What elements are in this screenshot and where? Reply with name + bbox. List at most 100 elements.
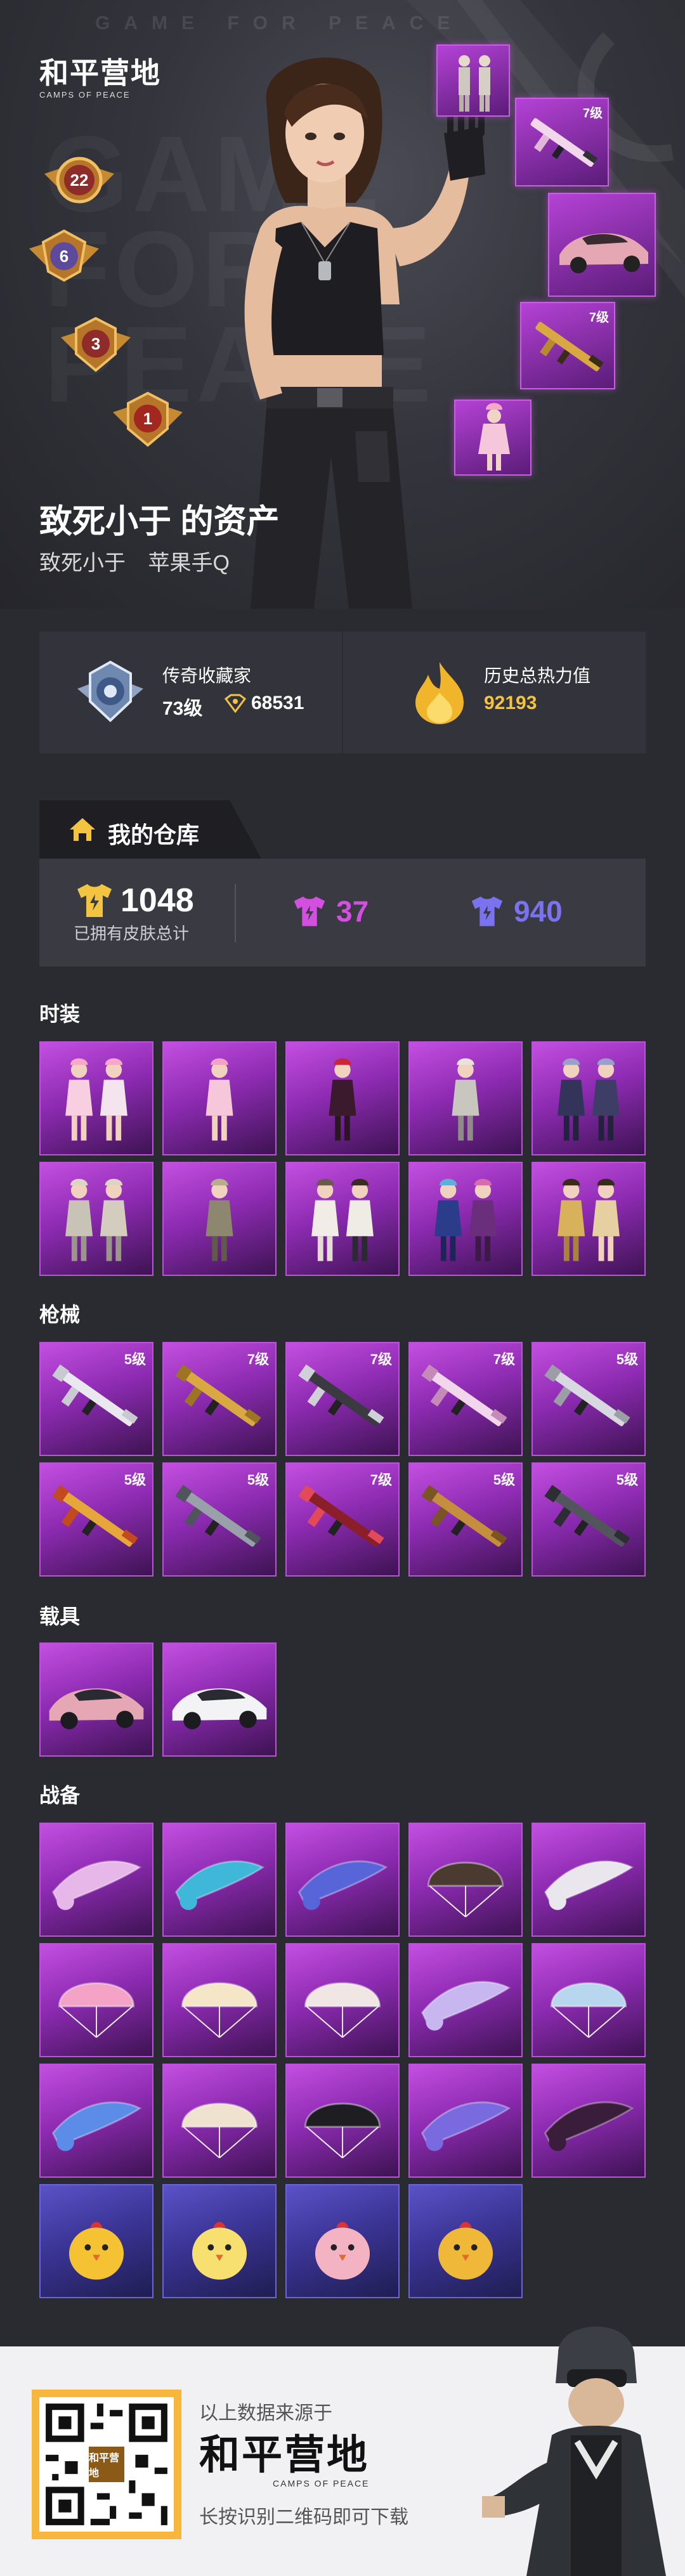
collector-badge-icon — [77, 660, 143, 722]
preview-weapon-tile[interactable]: 7级 — [515, 98, 609, 186]
item-tile[interactable] — [39, 1643, 153, 1757]
glider-blue-icon — [51, 2101, 142, 2151]
item-level-badge: 5级 — [616, 1472, 638, 1488]
item-tile[interactable] — [162, 1643, 277, 1757]
item-tile[interactable] — [162, 1943, 277, 2057]
section-title-gear: 战备 — [39, 1784, 81, 1807]
item-tile[interactable] — [285, 2064, 400, 2178]
logo-sub-text: CAMPS OF PEACE — [39, 90, 131, 100]
section-title-fashion: 时装 — [39, 1003, 81, 1025]
item-tile[interactable] — [285, 2184, 400, 2298]
item-tile[interactable] — [532, 1943, 646, 2057]
chick-pink-icon — [315, 2221, 370, 2280]
car-white-icon — [172, 1688, 267, 1729]
outfit-silver-pair-icon — [65, 1178, 127, 1261]
warehouse-tab-label: 我的仓库 — [108, 822, 200, 848]
item-tile[interactable] — [39, 1041, 153, 1155]
item-tile[interactable] — [408, 1823, 523, 1937]
hero-banner: GAME FOR PEACE GAMEFORPEACE 和平营地 CAMPS O… — [0, 0, 685, 609]
item-tile[interactable] — [532, 1162, 646, 1276]
qr-logo: 和平营地 — [86, 2444, 127, 2485]
skin-summary: 1048 已拥有皮肤总计 37 940 — [39, 859, 646, 966]
soldier-illustration — [482, 2326, 666, 2576]
tshirt-blue-icon — [471, 896, 503, 927]
weapon-level-badge: 7级 — [582, 107, 603, 120]
item-tile[interactable] — [285, 1041, 400, 1155]
item-tile[interactable] — [408, 2184, 523, 2298]
item-level-badge: 5级 — [124, 1351, 146, 1367]
item-tile[interactable] — [162, 1823, 277, 1937]
tab-warehouse[interactable]: 我的仓库 — [39, 800, 261, 859]
item-tile[interactable]: 5级 — [162, 1462, 277, 1577]
item-tile[interactable] — [285, 1823, 400, 1937]
item-tile[interactable]: 7级 — [162, 1342, 277, 1456]
footer-logo: 和平营地 — [199, 2431, 369, 2479]
weapons-grid: 5级 7级 7级 7级 5级 5级 5级 7级 5级 5级 — [39, 1342, 646, 1577]
item-tile[interactable] — [39, 2184, 153, 2298]
owner-info: 致死小于 苹果手Q — [39, 545, 230, 576]
item-tile[interactable] — [162, 1041, 277, 1155]
item-tile[interactable] — [285, 1162, 400, 1276]
parachute-dark-icon — [427, 1861, 504, 1918]
summary-divider — [235, 884, 236, 942]
item-tile[interactable]: 5级 — [39, 1462, 153, 1577]
car-icon — [559, 233, 648, 273]
item-tile[interactable] — [408, 1943, 523, 2057]
item-tile[interactable]: 7级 — [285, 1342, 400, 1456]
outfit-armor-icon — [206, 1178, 233, 1261]
item-tile[interactable] — [39, 1943, 153, 2057]
blue-skin-count: 940 — [468, 894, 563, 928]
item-tile[interactable] — [39, 1162, 153, 1276]
rank-badge-icon: 1 — [113, 391, 183, 447]
stats-panel: 传奇收藏家 73级 68531 历史总热力值 92193 — [39, 632, 646, 753]
outfit-bunny-pair-icon — [65, 1058, 127, 1141]
collector-level: 73级 — [162, 698, 203, 719]
item-tile[interactable] — [532, 1823, 646, 1937]
preview-weapon-tile[interactable]: 7级 — [520, 302, 615, 389]
section-title-weapons: 枪械 — [39, 1303, 81, 1326]
item-tile[interactable]: 5级 — [39, 1342, 153, 1456]
glider-crystal-icon — [51, 1860, 142, 1910]
item-tile[interactable]: 5级 — [532, 1342, 646, 1456]
collector-label: 传奇收藏家 — [162, 666, 252, 686]
item-level-badge: 7级 — [370, 1472, 392, 1488]
glider-lavender-icon — [421, 1981, 511, 2031]
outfit-icon — [478, 403, 510, 471]
item-tile[interactable] — [408, 1162, 523, 1276]
item-tile[interactable] — [162, 1162, 277, 1276]
svg-text:3: 3 — [91, 334, 100, 353]
parachute-cat-icon — [304, 1982, 381, 2038]
total-skin-caption: 已拥有皮肤总计 — [74, 924, 190, 943]
preview-outfit-tile[interactable] — [436, 44, 510, 117]
svg-text:22: 22 — [70, 171, 89, 190]
item-level-badge: 7级 — [493, 1351, 515, 1367]
tshirt-purple-icon — [294, 896, 325, 927]
owner-title: 致死小于 的资产 — [39, 504, 280, 540]
home-icon — [70, 818, 95, 841]
item-tile[interactable] — [39, 2064, 153, 2178]
preview-outfit-tile[interactable] — [454, 400, 532, 476]
item-tile[interactable] — [162, 2184, 277, 2298]
item-tile[interactable] — [162, 2064, 277, 2178]
heat-stat[interactable]: 历史总热力值 92193 — [343, 632, 646, 753]
app-logo: 和平营地 CAMPS OF PEACE — [39, 57, 166, 100]
item-tile[interactable]: 5级 — [408, 1462, 523, 1577]
preview-vehicle-tile[interactable] — [548, 193, 656, 297]
item-tile[interactable] — [532, 1041, 646, 1155]
parachute-pink-icon — [58, 1982, 135, 2038]
item-tile[interactable]: 7级 — [285, 1462, 400, 1577]
collector-stat[interactable]: 传奇收藏家 73级 68531 — [39, 632, 342, 753]
item-tile[interactable] — [408, 2064, 523, 2178]
item-tile[interactable]: 5级 — [532, 1462, 646, 1577]
svg-text:1: 1 — [143, 409, 152, 428]
item-tile[interactable] — [532, 2064, 646, 2178]
item-tile[interactable] — [39, 1823, 153, 1937]
qr-code[interactable]: 和平营地 — [32, 2390, 181, 2539]
flame-icon — [415, 662, 464, 724]
heat-label: 历史总热力值 — [484, 666, 591, 686]
qr-pattern: 和平营地 — [39, 2397, 174, 2532]
parachute-sky-icon — [550, 1982, 627, 2038]
item-tile[interactable]: 7级 — [408, 1342, 523, 1456]
item-tile[interactable] — [285, 1943, 400, 2057]
item-tile[interactable] — [408, 1041, 523, 1155]
